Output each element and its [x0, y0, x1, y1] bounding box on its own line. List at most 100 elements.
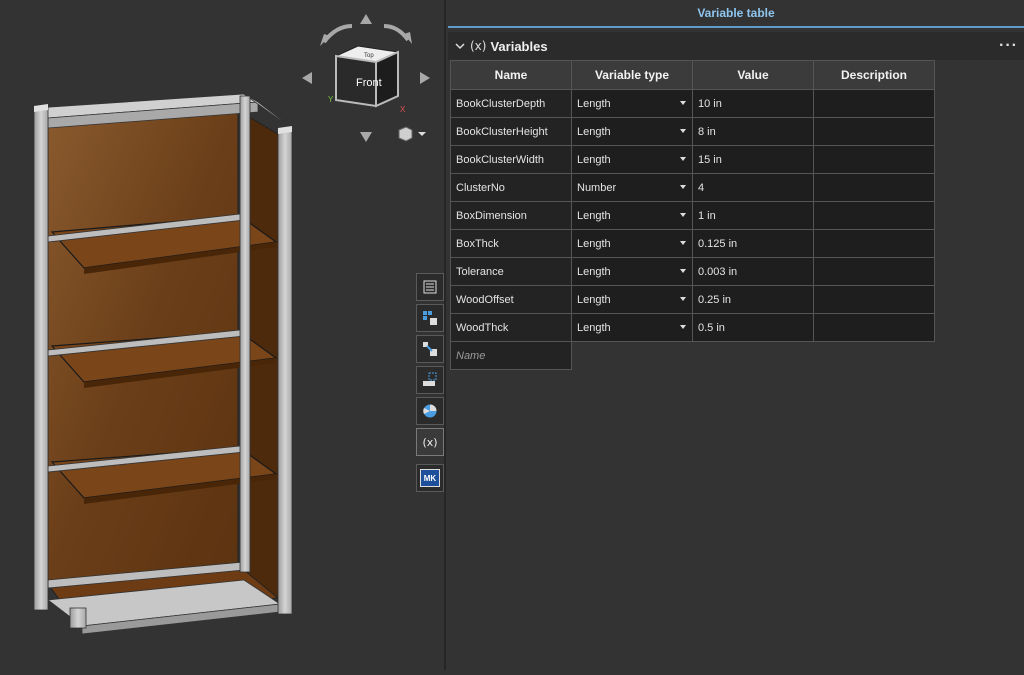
rotate-down-arrow [360, 132, 372, 142]
roll-left-arrow [322, 24, 353, 44]
mate-icon[interactable] [416, 335, 444, 363]
variable-type-value: Number [577, 181, 617, 194]
variable-type-value: Length [577, 321, 611, 334]
chevron-down-icon[interactable] [680, 185, 686, 189]
variable-value-cell[interactable]: 10 in [692, 89, 814, 118]
column-header-value[interactable]: Value [692, 60, 814, 90]
variables-section-header[interactable]: (x) Variables ··· [448, 32, 1024, 60]
table-row[interactable]: BookClusterHeight Length 8 in [450, 117, 935, 146]
variable-type-select[interactable]: Length [571, 117, 693, 146]
chevron-down-icon[interactable] [680, 325, 686, 329]
variable-description-cell[interactable] [813, 89, 935, 118]
chevron-down-icon[interactable] [680, 213, 686, 217]
variable-description-cell[interactable] [813, 313, 935, 342]
section-title: Variables [490, 38, 548, 54]
table-icon[interactable] [416, 273, 444, 301]
cube-front-label[interactable]: Front [356, 77, 382, 89]
table-header-row: Name Variable type Value Description [450, 60, 935, 90]
rotate-right-arrow [420, 72, 430, 84]
variables-icon[interactable]: (x) [416, 428, 444, 456]
rotate-up-arrow [360, 14, 372, 24]
chevron-down-icon[interactable] [680, 129, 686, 133]
variable-type-value: Length [577, 237, 611, 250]
3d-viewport[interactable]: Front Top Y X [0, 0, 444, 670]
variable-description-cell[interactable] [813, 229, 935, 258]
chevron-down-icon[interactable] [680, 157, 686, 161]
right-toolbar: (x) MK [416, 273, 444, 495]
variable-value-cell[interactable]: 4 [692, 173, 814, 202]
variable-type-select[interactable]: Number [571, 173, 693, 202]
variables-icon: (x) [470, 39, 487, 53]
axis-x-label: X [400, 105, 406, 114]
variable-name-cell[interactable]: Tolerance [450, 257, 572, 286]
chevron-down-icon[interactable] [680, 269, 686, 273]
selection-icon[interactable] [416, 366, 444, 394]
column-header-description[interactable]: Description [813, 60, 935, 90]
variable-description-cell[interactable] [813, 117, 935, 146]
variable-type-value: Length [577, 293, 611, 306]
variable-name-cell[interactable]: BookClusterDepth [450, 89, 572, 118]
variable-type-select[interactable]: Length [571, 313, 693, 342]
appearance-icon[interactable] [416, 397, 444, 425]
table-row[interactable]: ClusterNo Number 4 [450, 173, 935, 202]
variable-value-cell[interactable]: 15 in [692, 145, 814, 174]
axis-y-label: Y [328, 95, 334, 104]
mk-app-label: MK [420, 469, 440, 487]
new-variable-row[interactable]: Name [450, 341, 935, 370]
panel-title: Variable table [448, 0, 1024, 28]
chevron-down-icon[interactable] [680, 297, 686, 301]
mk-app-icon[interactable]: MK [416, 464, 444, 492]
table-row[interactable]: BoxDimension Length 1 in [450, 201, 935, 230]
rotate-left-arrow [302, 72, 312, 84]
column-header-variable-type[interactable]: Variable type [571, 60, 693, 90]
variable-type-select[interactable]: Length [571, 145, 693, 174]
table-row[interactable]: BookClusterWidth Length 15 in [450, 145, 935, 174]
variable-description-cell[interactable] [813, 257, 935, 286]
variable-value-cell[interactable]: 0.125 in [692, 229, 814, 258]
variable-type-value: Length [577, 97, 611, 110]
variable-value-cell[interactable]: 0.003 in [692, 257, 814, 286]
variable-name-cell[interactable]: WoodThck [450, 313, 572, 342]
variable-type-select[interactable]: Length [571, 201, 693, 230]
variable-description-cell[interactable] [813, 145, 935, 174]
table-row[interactable]: BookClusterDepth Length 10 in [450, 89, 935, 118]
parts-icon[interactable] [416, 304, 444, 332]
variable-name-cell[interactable]: BookClusterWidth [450, 145, 572, 174]
variable-value-cell[interactable]: 0.5 in [692, 313, 814, 342]
variable-type-select[interactable]: Length [571, 229, 693, 258]
panel-divider[interactable] [444, 0, 446, 670]
variable-name-cell[interactable]: ClusterNo [450, 173, 572, 202]
more-options-icon[interactable]: ··· [999, 37, 1018, 55]
chevron-down-icon [418, 132, 426, 136]
table-row[interactable]: WoodOffset Length 0.25 in [450, 285, 935, 314]
cube-top-label[interactable]: Top [364, 53, 374, 59]
table-row[interactable]: WoodThck Length 0.5 in [450, 313, 935, 342]
variable-value-cell[interactable]: 0.25 in [692, 285, 814, 314]
view-options-dropdown[interactable] [398, 126, 430, 142]
new-variable-name-input[interactable]: Name [450, 341, 572, 370]
variable-table-panel: Variable table (x) Variables ··· Name Va… [448, 0, 1024, 670]
variable-name-cell[interactable]: BookClusterHeight [450, 117, 572, 146]
variable-type-value: Length [577, 209, 611, 222]
column-header-name[interactable]: Name [450, 60, 572, 90]
variables-table: Name Variable type Value Description Boo… [450, 60, 935, 370]
variable-name-cell[interactable]: WoodOffset [450, 285, 572, 314]
chevron-down-icon[interactable] [680, 101, 686, 105]
chevron-down-icon[interactable] [454, 40, 466, 52]
variable-type-value: Length [577, 265, 611, 278]
variable-type-value: Length [577, 125, 611, 138]
variable-name-cell[interactable]: BoxThck [450, 229, 572, 258]
variable-name-cell[interactable]: BoxDimension [450, 201, 572, 230]
roll-right-arrow [383, 24, 410, 42]
variable-value-cell[interactable]: 8 in [692, 117, 814, 146]
variable-description-cell[interactable] [813, 173, 935, 202]
variable-type-select[interactable]: Length [571, 285, 693, 314]
variable-value-cell[interactable]: 1 in [692, 201, 814, 230]
variable-description-cell[interactable] [813, 285, 935, 314]
chevron-down-icon[interactable] [680, 241, 686, 245]
table-row[interactable]: Tolerance Length 0.003 in [450, 257, 935, 286]
variable-type-select[interactable]: Length [571, 257, 693, 286]
variable-type-select[interactable]: Length [571, 89, 693, 118]
variable-description-cell[interactable] [813, 201, 935, 230]
table-row[interactable]: BoxThck Length 0.125 in [450, 229, 935, 258]
